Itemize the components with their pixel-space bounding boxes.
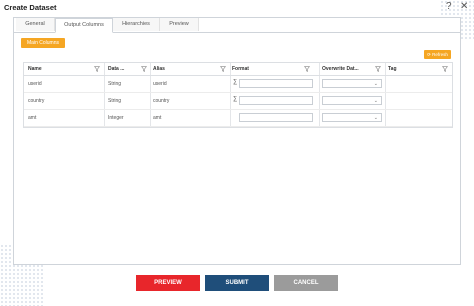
tab-general[interactable]: General: [16, 18, 55, 31]
help-icon[interactable]: ?: [446, 1, 452, 12]
column-divider: [230, 63, 231, 75]
close-icon[interactable]: ✕: [460, 1, 468, 12]
cell-name: userid: [28, 81, 42, 87]
chevron-down-icon: ⌄: [373, 98, 378, 104]
cell-data-type: String: [108, 81, 122, 87]
submit-button[interactable]: SUBMIT: [205, 275, 269, 291]
grid-header-row: Name Data ... Alias Format Overwrite Dat…: [24, 63, 452, 76]
overwrite-data-type-select[interactable]: ⌄: [322, 96, 382, 105]
column-divider: [319, 93, 320, 109]
column-divider: [230, 110, 231, 126]
sigma-icon[interactable]: ∑: [233, 96, 237, 102]
column-divider: [104, 110, 105, 126]
chevron-down-icon: ⌄: [373, 115, 378, 121]
table-row: country String country ∑ ⌄: [24, 93, 452, 110]
overwrite-data-type-select[interactable]: ⌄: [322, 79, 382, 88]
column-divider: [104, 93, 105, 109]
tab-output-columns[interactable]: Output Columns: [55, 18, 113, 33]
tab-strip: General Output Columns Hierarchies Previ…: [16, 18, 199, 33]
table-row: userid String userid ∑ ⌄: [24, 76, 452, 93]
column-header-alias[interactable]: Alias: [153, 63, 165, 75]
cell-alias[interactable]: country: [153, 93, 169, 109]
column-divider: [150, 63, 151, 75]
column-divider: [319, 110, 320, 126]
column-header-overwrite-data-type[interactable]: Overwrite Dat...: [322, 63, 359, 75]
column-header-format[interactable]: Format: [232, 63, 249, 75]
format-input[interactable]: [239, 79, 313, 88]
column-divider: [230, 93, 231, 109]
column-divider: [150, 110, 151, 126]
dialog-title: Create Dataset: [4, 3, 57, 12]
column-divider: [319, 76, 320, 92]
cancel-button[interactable]: CANCEL: [274, 275, 338, 291]
filter-icon[interactable]: [375, 66, 381, 72]
overwrite-data-type-select[interactable]: ⌄: [322, 113, 382, 122]
filter-icon[interactable]: [94, 66, 100, 72]
chevron-down-icon: ⌄: [373, 81, 378, 87]
table-row: amt Integer amt ⌄: [24, 110, 452, 127]
column-divider: [385, 76, 386, 92]
cell-data-type: Integer: [108, 115, 124, 121]
cell-name: country: [28, 98, 45, 104]
column-divider: [150, 76, 151, 92]
column-header-tag[interactable]: Tag: [388, 63, 397, 75]
tab-preview[interactable]: Preview: [160, 18, 199, 31]
column-divider: [150, 93, 151, 109]
create-dataset-dialog: Create Dataset ? ✕ General Output Column…: [0, 0, 474, 306]
filter-icon[interactable]: [220, 66, 226, 72]
dialog-title-bar: Create Dataset ? ✕: [0, 0, 474, 18]
filter-icon[interactable]: [442, 66, 448, 72]
column-divider: [104, 76, 105, 92]
cell-alias[interactable]: userid: [153, 76, 167, 92]
sigma-icon[interactable]: ∑: [233, 79, 237, 85]
tab-hierarchies[interactable]: Hierarchies: [113, 18, 160, 31]
column-divider: [385, 93, 386, 109]
filter-icon[interactable]: [304, 66, 310, 72]
column-header-name[interactable]: Name: [28, 63, 42, 75]
column-divider: [104, 63, 105, 75]
format-input[interactable]: [239, 113, 313, 122]
cell-data-type: String: [108, 98, 122, 104]
dataset-content-panel: General Output Columns Hierarchies Previ…: [13, 17, 461, 265]
column-divider: [319, 63, 320, 75]
column-divider: [385, 110, 386, 126]
main-columns-button[interactable]: Main Columns: [21, 38, 65, 48]
column-header-data-type[interactable]: Data ...: [108, 63, 124, 75]
cell-alias[interactable]: amt: [153, 110, 161, 126]
column-divider: [385, 63, 386, 75]
output-columns-grid: Name Data ... Alias Format Overwrite Dat…: [23, 62, 453, 128]
refresh-button[interactable]: ⟳ Refresh: [424, 50, 451, 59]
format-input[interactable]: [239, 96, 313, 105]
column-divider: [230, 76, 231, 92]
cell-name: amt: [28, 115, 37, 121]
filter-icon[interactable]: [141, 66, 147, 72]
preview-button[interactable]: PREVIEW: [136, 275, 200, 291]
